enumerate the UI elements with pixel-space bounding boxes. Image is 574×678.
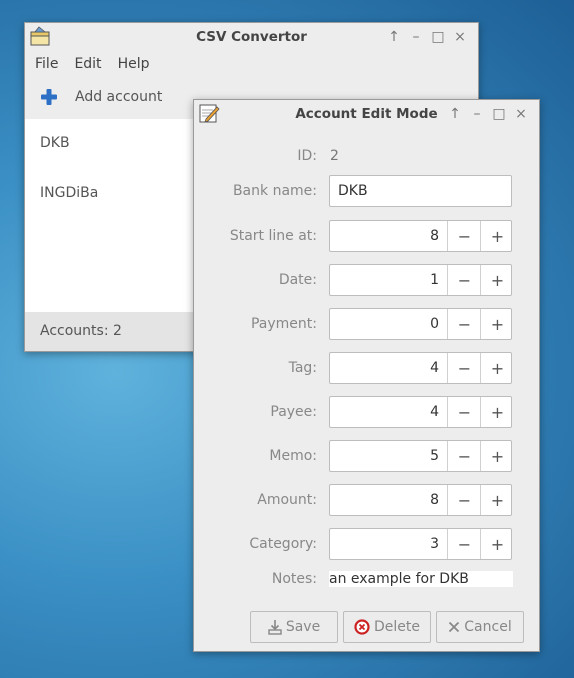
decrement-button[interactable]: −: [447, 265, 481, 295]
list-item[interactable]: INGDiBa: [40, 185, 98, 201]
delete-button[interactable]: Delete: [343, 611, 431, 643]
delete-icon: [354, 619, 370, 635]
increment-button[interactable]: +: [480, 353, 514, 383]
dialog-titlebar[interactable]: Account Edit Mode ↑ – □ ×: [194, 100, 539, 128]
spin-field[interactable]: 8− +: [329, 484, 512, 516]
spin-field[interactable]: 5− +: [329, 440, 512, 472]
bank-name-label: Bank name:: [232, 183, 317, 199]
menubar: File Edit Help: [25, 51, 478, 77]
delete-label: Delete: [374, 619, 420, 635]
minimize-icon[interactable]: –: [406, 27, 426, 47]
increment-button[interactable]: +: [480, 221, 514, 251]
spinner-label: Memo:: [269, 448, 317, 464]
save-button[interactable]: Save: [250, 611, 338, 643]
notes-field[interactable]: an example for DKB: [329, 571, 513, 587]
minimize-icon[interactable]: –: [467, 104, 487, 124]
close-icon[interactable]: ×: [450, 27, 470, 47]
id-label: ID:: [297, 148, 317, 164]
spin-field[interactable]: 4− +: [329, 396, 512, 428]
spin-value[interactable]: 1: [330, 265, 447, 295]
spin-value[interactable]: 8: [330, 485, 447, 515]
increment-button[interactable]: +: [480, 265, 514, 295]
menu-help[interactable]: Help: [112, 56, 156, 72]
spinner-label: Start line at:: [229, 228, 317, 244]
spinner-label: Payment:: [250, 316, 317, 332]
accounts-count: Accounts: 2: [40, 323, 122, 339]
notes-label: Notes:: [271, 571, 317, 587]
spin-field[interactable]: 8− +: [329, 220, 512, 252]
decrement-button[interactable]: −: [447, 529, 481, 559]
decrement-button[interactable]: −: [447, 485, 481, 515]
main-titlebar[interactable]: CSV Convertor ↑ – □ ×: [25, 23, 478, 51]
increment-button[interactable]: +: [480, 309, 514, 339]
increment-button[interactable]: +: [480, 441, 514, 471]
add-account-label: Add account: [75, 89, 163, 105]
keep-above-icon[interactable]: ↑: [384, 27, 404, 47]
id-value: 2: [330, 148, 339, 164]
save-icon: [268, 619, 282, 635]
increment-button[interactable]: +: [480, 397, 514, 427]
spinner-label: Category:: [249, 536, 317, 552]
decrement-button[interactable]: −: [447, 353, 481, 383]
decrement-button[interactable]: −: [447, 221, 481, 251]
keep-above-icon[interactable]: ↑: [445, 104, 465, 124]
decrement-button[interactable]: −: [447, 309, 481, 339]
menu-edit[interactable]: Edit: [68, 56, 107, 72]
decrement-button[interactable]: −: [447, 441, 481, 471]
spin-field[interactable]: 4− +: [329, 352, 512, 384]
add-account-button[interactable]: Add account: [39, 87, 162, 107]
plus-icon: [41, 89, 57, 105]
maximize-icon[interactable]: □: [428, 27, 448, 47]
spin-value[interactable]: 8: [330, 221, 447, 251]
save-label: Save: [285, 619, 321, 635]
spinner-label: Amount:: [257, 492, 317, 508]
spin-field[interactable]: 3− +: [329, 528, 512, 560]
spinner-label: Payee:: [270, 404, 317, 420]
close-icon[interactable]: ×: [511, 104, 531, 124]
spinner-label: Tag:: [288, 360, 317, 376]
cancel-icon: [448, 621, 460, 633]
increment-button[interactable]: +: [480, 485, 514, 515]
cancel-label: Cancel: [464, 619, 512, 635]
list-item[interactable]: DKB: [40, 135, 70, 151]
spin-value[interactable]: 4: [330, 397, 447, 427]
spin-value[interactable]: 3: [330, 529, 447, 559]
bank-name-field[interactable]: [329, 175, 512, 207]
spin-value[interactable]: 0: [330, 309, 447, 339]
account-edit-dialog: Account Edit Mode ↑ – □ × ID: 2 Bank nam…: [193, 99, 540, 652]
spin-value[interactable]: 4: [330, 353, 447, 383]
spin-value[interactable]: 5: [330, 441, 447, 471]
menu-file[interactable]: File: [29, 56, 64, 72]
decrement-button[interactable]: −: [447, 397, 481, 427]
spin-field[interactable]: 1− +: [329, 264, 512, 296]
maximize-icon[interactable]: □: [489, 104, 509, 124]
spin-field[interactable]: 0− +: [329, 308, 512, 340]
increment-button[interactable]: +: [480, 529, 514, 559]
cancel-button[interactable]: Cancel: [436, 611, 524, 643]
bank-name-input[interactable]: [330, 176, 511, 206]
spinner-label: Date:: [278, 272, 317, 288]
